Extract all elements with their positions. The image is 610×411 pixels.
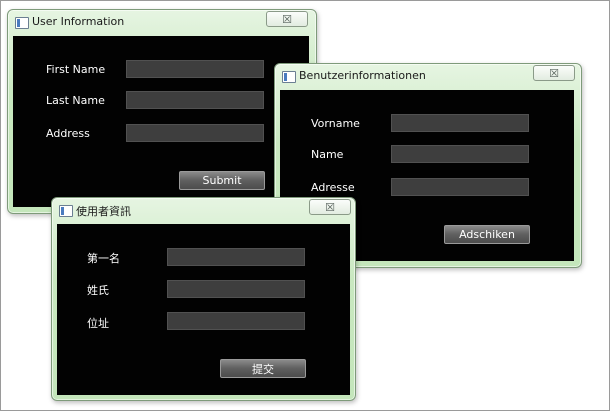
address-label: Address (46, 127, 90, 140)
window-title: 使用者資訊 (76, 205, 131, 218)
first-name-input[interactable] (126, 60, 264, 78)
window-icon (282, 71, 296, 83)
last-name-input[interactable] (126, 91, 264, 109)
address-input[interactable] (167, 312, 305, 330)
form-area: 第一名 姓氏 位址 提交 (57, 224, 350, 395)
title-bar[interactable]: Benutzerinformationen ☒ (275, 64, 581, 90)
last-name-label: Last Name (46, 94, 105, 107)
close-button[interactable]: ☒ (309, 199, 351, 215)
last-name-label: 姓氏 (87, 284, 109, 297)
first-name-label: First Name (46, 63, 106, 76)
close-icon: ☒ (325, 200, 335, 214)
title-bar[interactable]: User Information ☒ (8, 10, 316, 36)
close-button[interactable]: ☒ (266, 11, 308, 27)
vorname-input[interactable] (391, 114, 529, 132)
submit-button[interactable]: Adschiken (444, 225, 530, 244)
submit-button[interactable]: 提交 (220, 359, 306, 378)
window-icon (15, 17, 29, 29)
user-information-window: User Information ☒ First Name Last Name … (7, 9, 317, 214)
adresse-input[interactable] (391, 178, 529, 196)
first-name-label: 第一名 (87, 252, 120, 265)
close-icon: ☒ (282, 12, 292, 26)
address-input[interactable] (126, 124, 264, 142)
adresse-label: Adresse (311, 181, 355, 194)
chinese-user-information-window: 使用者資訊 ☒ 第一名 姓氏 位址 提交 (51, 197, 356, 401)
name-input[interactable] (391, 145, 529, 163)
first-name-input[interactable] (167, 248, 305, 266)
title-bar[interactable]: 使用者資訊 ☒ (52, 198, 355, 224)
close-icon: ☒ (549, 66, 559, 80)
window-title: Benutzerinformationen (299, 69, 426, 82)
name-label: Name (311, 148, 344, 161)
submit-button[interactable]: Submit (179, 171, 265, 190)
window-icon (59, 205, 73, 217)
window-title: User Information (32, 15, 125, 28)
close-button[interactable]: ☒ (533, 65, 575, 81)
address-label: 位址 (87, 317, 109, 330)
form-area: First Name Last Name Address Submit (13, 36, 309, 207)
vorname-label: Vorname (311, 117, 360, 130)
last-name-input[interactable] (167, 280, 305, 298)
